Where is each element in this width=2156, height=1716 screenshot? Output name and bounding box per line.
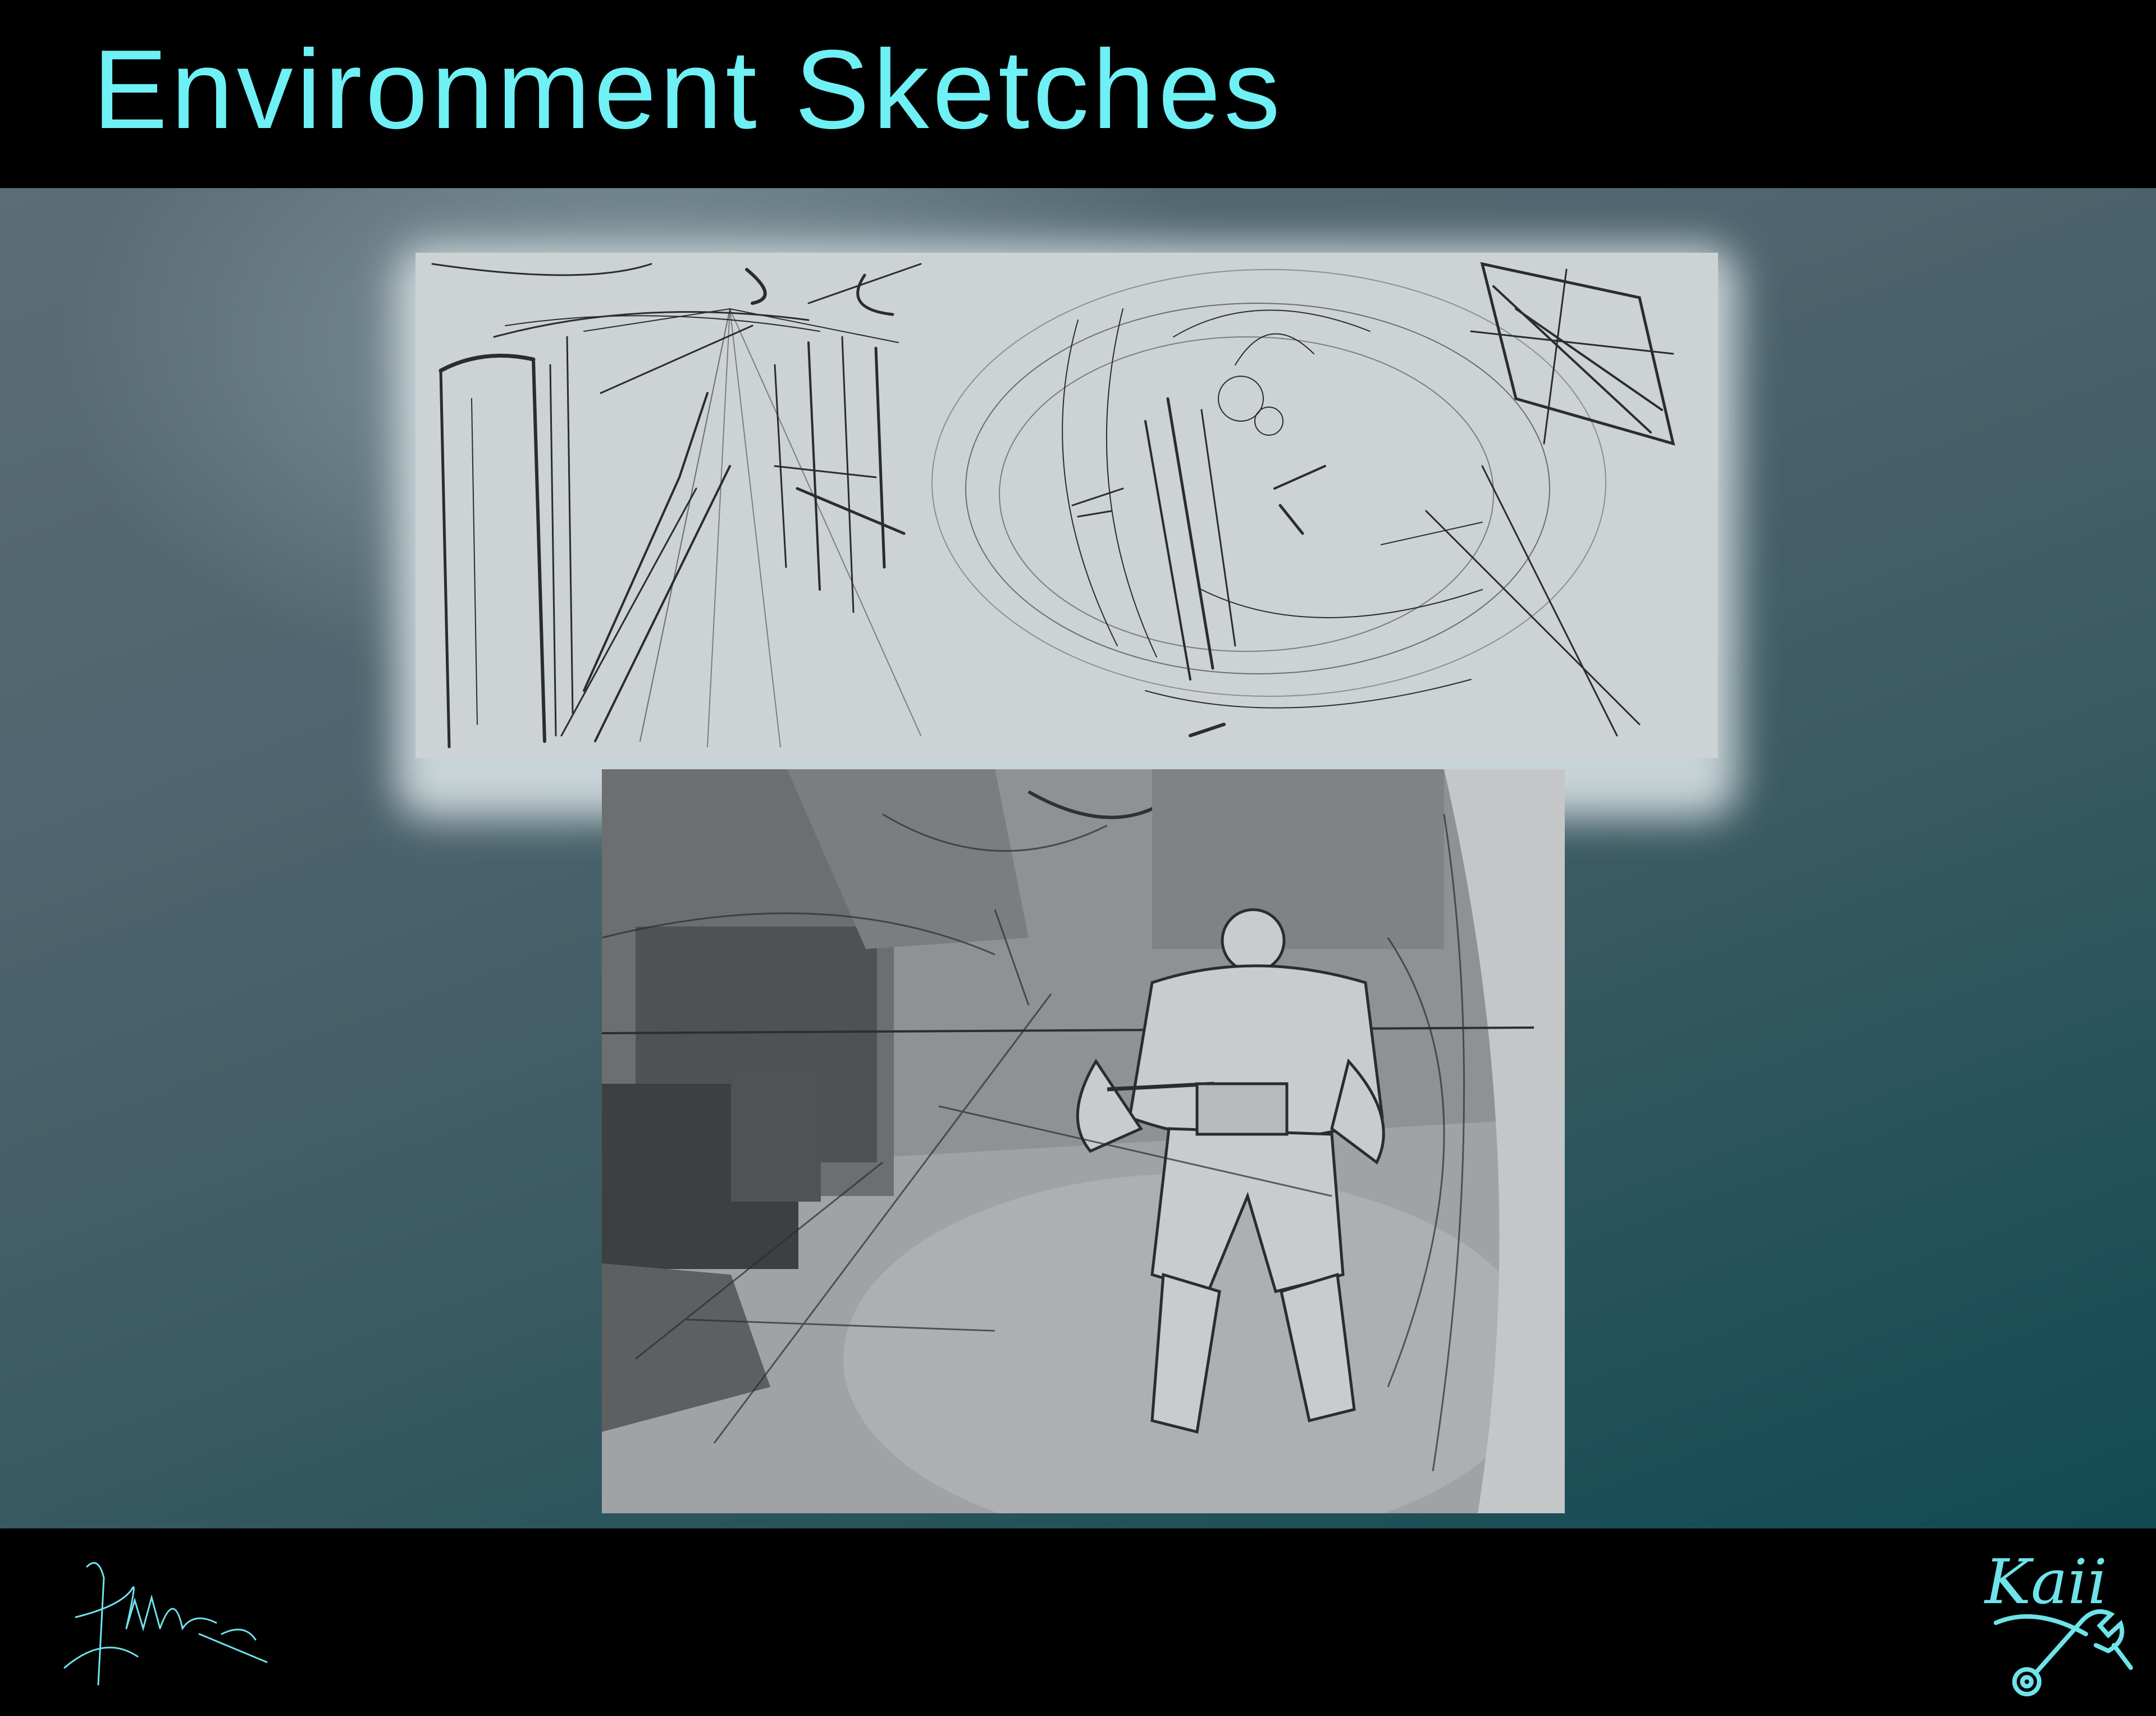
- header-bar: Environment Sketches: [0, 0, 2156, 188]
- page-title: Environment Sketches: [93, 27, 1283, 152]
- logo-text: Kaii: [1984, 1546, 2107, 1618]
- artist-signature: [63, 1562, 268, 1686]
- value-sketch-figure: [602, 769, 1565, 1513]
- line-sketch-thumbnails: [415, 253, 1718, 758]
- artboard: [0, 188, 2156, 1528]
- kaii-logo: Kaii: [1984, 1546, 2133, 1696]
- wrench-icon: [1994, 1609, 2133, 1696]
- footer-bar: [0, 1528, 2156, 1716]
